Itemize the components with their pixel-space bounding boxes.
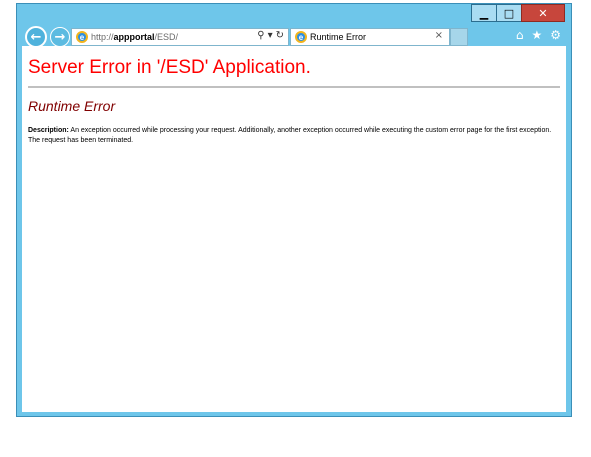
divider <box>28 86 560 88</box>
url-text[interactable]: http://appportal/ESD/ <box>91 32 178 42</box>
ie-site-icon: e <box>76 31 88 43</box>
home-icon[interactable]: ⌂ <box>516 28 524 42</box>
back-arrow-icon: ← <box>30 29 42 45</box>
page-subtitle: Runtime Error <box>28 98 116 114</box>
description-text: An exception occurred while processing y… <box>28 127 552 144</box>
favorites-star-icon[interactable]: ★ <box>531 28 542 42</box>
page-title: Server Error in '/ESD' Application. <box>28 57 311 78</box>
dropdown-icon[interactable]: ▾ <box>268 30 273 41</box>
ie-tab-icon: e <box>295 31 307 43</box>
page-content: Server Error in '/ESD' Application. Runt… <box>22 46 566 412</box>
address-bar[interactable]: e http://appportal/ESD/ ⚲ ▾ ↻ <box>71 28 289 46</box>
back-button[interactable]: ← <box>25 26 47 48</box>
url-host: appportal <box>113 32 155 42</box>
error-description: Description: An exception occurred while… <box>28 126 558 146</box>
window-caption-buttons: ▁ □ ✕ <box>471 4 565 22</box>
maximize-button[interactable]: □ <box>496 4 522 22</box>
tab-title: Runtime Error <box>310 32 367 42</box>
forward-arrow-icon: → <box>54 29 66 45</box>
url-path: /ESD/ <box>154 32 179 42</box>
new-tab-button[interactable] <box>450 28 468 46</box>
browser-window: ▁ □ ✕ ← → e http://appportal/ESD/ ⚲ ▾ ↻ … <box>16 3 572 417</box>
tab-runtime-error[interactable]: e Runtime Error × <box>290 28 450 46</box>
url-prefix: http:// <box>91 32 114 42</box>
address-bar-icons: ⚲ ▾ ↻ <box>257 30 284 41</box>
close-button[interactable]: ✕ <box>521 4 565 22</box>
search-icon[interactable]: ⚲ <box>257 30 264 41</box>
minimize-button[interactable]: ▁ <box>471 4 497 22</box>
settings-gear-icon[interactable]: ⚙ <box>550 28 561 42</box>
description-label: Description: <box>28 127 69 134</box>
forward-button[interactable]: → <box>50 27 70 47</box>
refresh-icon[interactable]: ↻ <box>276 30 284 41</box>
browser-toolbar-icons: ⌂ ★ ⚙ <box>516 28 561 42</box>
tab-close-icon[interactable]: × <box>435 30 443 41</box>
